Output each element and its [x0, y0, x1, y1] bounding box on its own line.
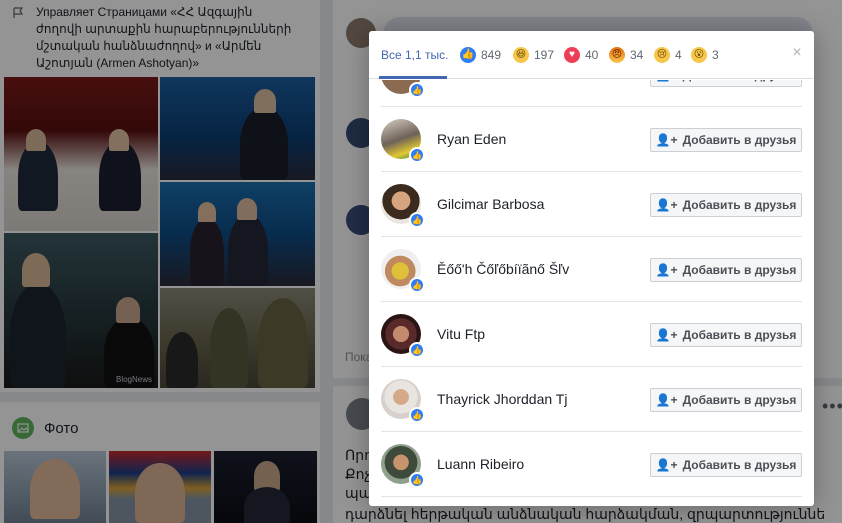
add-friend-button[interactable]: 👤+ Добавить в друзья: [650, 193, 802, 217]
tab-wow-count: 3: [712, 48, 719, 62]
tab-haha[interactable]: 😆 197: [513, 31, 554, 79]
list-item: 👍 Vitu Ftp 👤+ Добавить в друзья: [381, 302, 802, 367]
tab-all-label: Все 1,1 тыс.: [381, 48, 449, 62]
list-item: 👍 Luann Ribeiro 👤+ Добавить в друзья: [381, 432, 802, 497]
tab-sad-count: 4: [675, 48, 682, 62]
person-name[interactable]: Luann Ribeiro: [437, 456, 524, 472]
list-item: 👍 Thayrick Jhorddan Tj 👤+ Добавить в дру…: [381, 367, 802, 432]
active-tab-indicator: [379, 76, 447, 79]
like-icon: 👍: [409, 342, 425, 358]
tab-love[interactable]: ♥ 40: [564, 31, 598, 79]
add-friend-icon: 👤+: [655, 263, 678, 277]
person-name[interactable]: Thayrick Jhorddan Tj: [437, 391, 567, 407]
add-friend-button[interactable]: 👤+ Добавить в друзья: [650, 258, 802, 282]
add-friend-icon: 👤+: [656, 80, 678, 82]
add-friend-icon: 👤+: [655, 393, 678, 407]
like-icon: 👍: [409, 82, 425, 98]
tab-angry[interactable]: 😠 34: [609, 31, 643, 79]
tab-wow[interactable]: 😮 3: [691, 31, 719, 79]
reaction-tabs: Все 1,1 тыс. 👍 849 😆 197 ♥ 40 😠 34 😢 4 😮…: [369, 31, 814, 79]
add-friend-icon: 👤+: [655, 328, 678, 342]
tab-like[interactable]: 👍 849: [460, 31, 501, 79]
list-item: 👍 Ěőő'h Čőľőbíïãnő Šľv 👤+ Добавить в дру…: [381, 237, 802, 302]
angry-icon: 😠: [609, 47, 625, 63]
list-item: 👍 Ryan Eden 👤+ Добавить в друзья: [381, 107, 802, 172]
add-friend-button[interactable]: 👤+ Добавить в друзья: [650, 80, 802, 87]
reactions-dialog: Все 1,1 тыс. 👍 849 😆 197 ♥ 40 😠 34 😢 4 😮…: [369, 31, 814, 506]
add-friend-icon: 👤+: [655, 133, 678, 147]
add-friend-button[interactable]: 👤+ Добавить в друзья: [650, 128, 802, 152]
person-name[interactable]: Ryan Eden: [437, 131, 506, 147]
love-icon: ♥: [564, 47, 580, 63]
add-friend-button[interactable]: 👤+ Добавить в друзья: [650, 453, 802, 477]
list-item: 👍 Gilcimar Barbosa 👤+ Добавить в друзья: [381, 172, 802, 237]
person-name[interactable]: Vitu Ftp: [437, 326, 485, 342]
tab-like-count: 849: [481, 48, 502, 62]
like-icon: 👍: [460, 47, 476, 63]
tab-angry-count: 34: [630, 48, 644, 62]
like-icon: 👍: [409, 407, 425, 423]
wow-icon: 😮: [691, 47, 707, 63]
add-friend-button[interactable]: 👤+ Добавить в друзья: [650, 323, 802, 347]
haha-icon: 😆: [513, 47, 529, 63]
like-icon: 👍: [409, 472, 425, 488]
list-item: 👍 👤+ Добавить в друзья: [381, 80, 802, 107]
tab-love-count: 40: [585, 48, 599, 62]
sad-icon: 😢: [654, 47, 670, 63]
close-icon[interactable]: ×: [789, 45, 805, 61]
tab-haha-count: 197: [534, 48, 555, 62]
tab-sad[interactable]: 😢 4: [654, 31, 682, 79]
reactors-list: 👍 👤+ Добавить в друзья 👍 Ryan Eden 👤+ До…: [369, 80, 814, 506]
person-name[interactable]: Gilcimar Barbosa: [437, 196, 544, 212]
tab-all[interactable]: Все 1,1 тыс.: [381, 31, 448, 79]
like-icon: 👍: [409, 212, 425, 228]
add-friend-icon: 👤+: [655, 458, 678, 472]
like-icon: 👍: [409, 147, 425, 163]
person-name[interactable]: Ěőő'h Čőľőbíïãnő Šľv: [437, 261, 569, 277]
add-friend-icon: 👤+: [655, 198, 678, 212]
add-friend-button[interactable]: 👤+ Добавить в друзья: [650, 388, 802, 412]
like-icon: 👍: [409, 277, 425, 293]
